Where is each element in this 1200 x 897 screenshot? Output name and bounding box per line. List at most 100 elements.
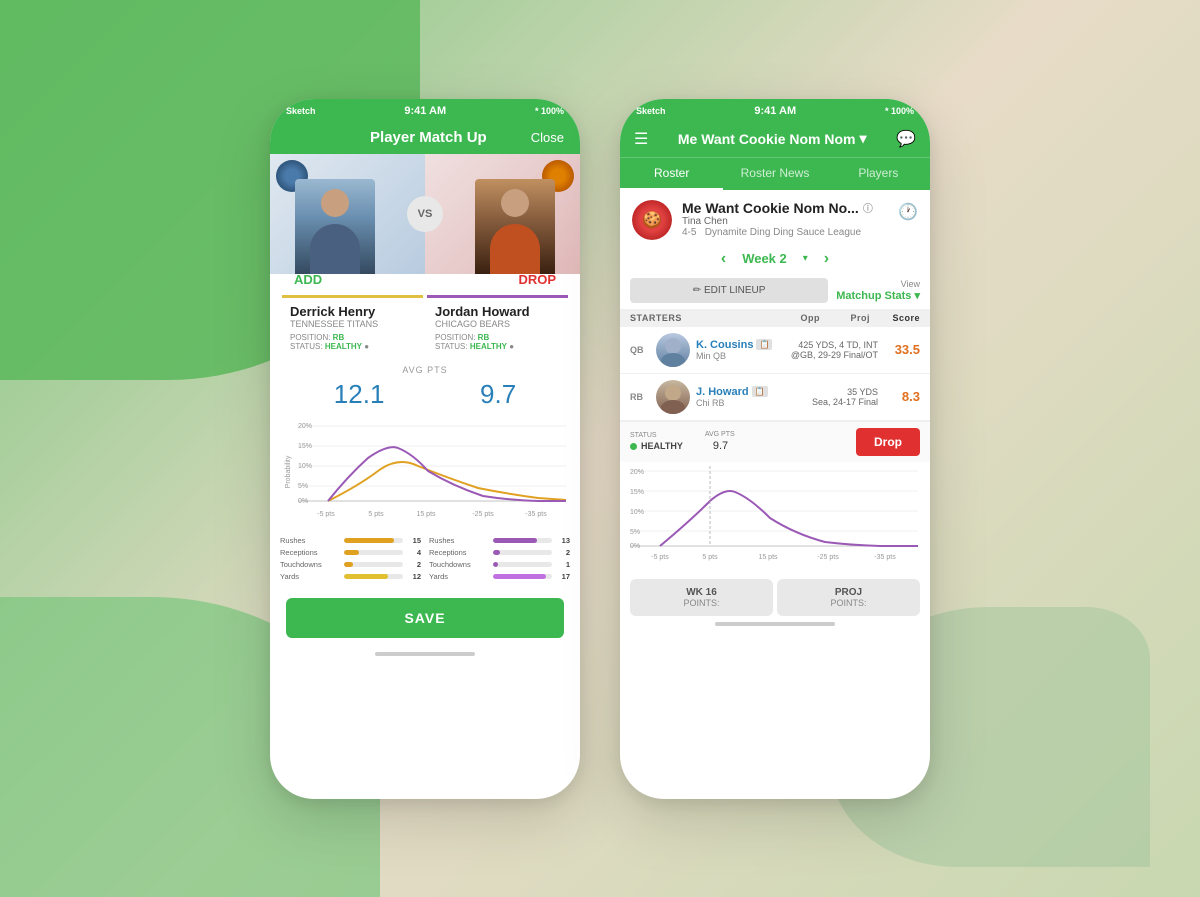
team-avatar: 🍪 [632, 200, 672, 240]
proj-box: PROJ POINTS: [777, 579, 920, 616]
tds-label-left: Touchdowns [280, 560, 340, 569]
wk16-title: WK 16 [636, 587, 767, 598]
svg-text:20%: 20% [298, 423, 312, 430]
svg-text:-25 pts: -25 pts [817, 554, 839, 561]
avg-pts-label: AVG PTS [270, 365, 580, 375]
player-body-left [310, 224, 360, 274]
team-name-main: Me Want Cookie Nom No... ⓘ [682, 200, 888, 216]
actions-bar: ✏ EDIT LINEUP View Matchup Stats ▾ [620, 274, 930, 309]
chat-icon[interactable]: 💬 [896, 129, 916, 149]
vs-label: VS [407, 196, 443, 232]
stat-receptions-left: Receptions 4 [280, 548, 421, 557]
chart-svg-element-left: 20% 15% 10% 5% 0% -5 pts 5 pts 15 pts -2… [298, 416, 566, 526]
add-label[interactable]: ADD [294, 272, 322, 287]
pos-label-qb: QB [630, 345, 650, 355]
howard-name[interactable]: J. Howard 📋 [696, 386, 784, 398]
avg-pts-label-right: AVG PTS [705, 431, 735, 438]
derrick-henry-img [295, 179, 375, 274]
dropdown-week-icon[interactable]: ▾ [803, 253, 808, 264]
cousins-team: Min QB [696, 351, 784, 361]
home-indicator-right [715, 622, 835, 626]
cousins-opp-game: @GB, 29-29 Final/OT [790, 350, 878, 360]
drop-button-right[interactable]: Drop [856, 428, 920, 456]
player-expand-row: STATUS HEALTHY AVG PTS 9.7 Drop [620, 422, 930, 462]
team-owner: Tina Chen [682, 216, 888, 227]
pos-label-rb: RB [630, 392, 650, 402]
svg-text:5%: 5% [298, 483, 308, 490]
svg-text:15 pts: 15 pts [758, 554, 778, 561]
team-name-display: Me Want Cookie Nom No... [682, 200, 859, 216]
starters-col-header: STARTERS [630, 313, 770, 323]
player-card-right: Jordan Howard CHICAGO BEARS POSITION: RB… [427, 295, 568, 357]
time-right: 9:41 AM [754, 105, 796, 117]
stats-col-right: Rushes 13 Receptions 2 Touchdowns 1 Yard… [429, 536, 570, 584]
howard-opp-info: 35 YDS Sea, 24-17 Final [790, 387, 878, 407]
health-status: HEALTHY [641, 441, 683, 451]
cousins-avatar [656, 333, 690, 367]
team-info-bar: 🍪 Me Want Cookie Nom No... ⓘ Tina Chen 4… [620, 190, 930, 246]
rushes-val-left: 15 [407, 536, 421, 545]
clock-icon[interactable]: 🕐 [898, 202, 918, 222]
view-matchup: View Matchup Stats ▾ [836, 279, 920, 302]
hamburger-icon[interactable]: ☰ [634, 129, 648, 149]
team-name-text: Me Want Cookie Nom Nom [678, 131, 856, 147]
chart-y-label-left: Probability [285, 455, 292, 488]
svg-text:10%: 10% [298, 463, 312, 470]
yards-label-right: Yards [429, 572, 489, 581]
player-status-left: STATUS: HEALTHY ● [290, 342, 415, 351]
prev-week-button[interactable]: ‹ [721, 250, 726, 268]
team-details: Me Want Cookie Nom No... ⓘ Tina Chen 4-5… [682, 200, 888, 238]
player-card-left: Derrick Henry TENNESSEE TITANS POSITION:… [282, 295, 423, 357]
player-pos-right: POSITION: RB [435, 333, 560, 342]
save-button[interactable]: SAVE [286, 598, 564, 638]
status-label: STATUS [630, 432, 657, 439]
svg-text:-35 pts: -35 pts [874, 554, 896, 561]
chart-svg-left: 20% 15% 10% 5% 0% -5 pts 5 pts 15 pts -2… [298, 416, 572, 531]
health-dot [630, 443, 637, 450]
tab-roster[interactable]: Roster [620, 158, 723, 190]
cousins-score: 33.5 [884, 342, 920, 357]
matchup-stats-label[interactable]: Matchup Stats ▾ [836, 289, 920, 302]
player-right-silhouette [470, 164, 560, 274]
team-name-nav[interactable]: Me Want Cookie Nom Nom ▾ [678, 130, 867, 147]
stat-tds-left: Touchdowns 2 [280, 560, 421, 569]
receptions-val-left: 4 [407, 548, 421, 557]
receptions-val-right: 2 [556, 548, 570, 557]
tab-bar-right: Roster Roster News Players [620, 157, 930, 190]
starters-header: STARTERS Opp Proj Score [620, 309, 930, 327]
tds-label-right: Touchdowns [429, 560, 489, 569]
week-nav: ‹ Week 2 ▾ › [620, 246, 930, 274]
stats-col-left: Rushes 15 Receptions 4 Touchdowns 2 Yard… [280, 536, 421, 584]
status-bar-left: Sketch 9:41 AM * 100% [270, 99, 580, 121]
info-icon[interactable]: ⓘ [863, 200, 873, 215]
avg-pts-section: AVG PTS [270, 357, 580, 377]
edit-lineup-button[interactable]: ✏ EDIT LINEUP [630, 278, 828, 303]
howard-opp-stats: 35 YDS [790, 387, 878, 397]
drop-label[interactable]: DROP [518, 272, 556, 287]
player-detail-expand: STATUS HEALTHY AVG PTS 9.7 Drop [620, 421, 930, 462]
mini-chart-right: 20% 15% 10% 5% 0% -5 pts 5 pts 15 pts -2… [620, 462, 930, 573]
player-team-right: CHICAGO BEARS [435, 319, 560, 329]
signal-right: Sketch [636, 106, 666, 116]
stat-yards-left: Yards 12 [280, 572, 421, 581]
cousins-opp-stats: 425 YDS, 4 TD, INT [790, 340, 878, 350]
yards-val-right: 17 [556, 572, 570, 581]
left-chart-area: Probability 20% 15% 10% 5% 0% [270, 412, 580, 532]
wk16-sub: POINTS: [636, 598, 767, 608]
next-week-button[interactable]: › [824, 250, 829, 268]
battery-right: * 100% [885, 106, 914, 116]
tab-players[interactable]: Players [827, 158, 930, 190]
tab-roster-news[interactable]: Roster News [723, 158, 826, 190]
svg-text:5 pts: 5 pts [702, 554, 718, 561]
svg-text:0%: 0% [298, 498, 308, 505]
cookie-avatar: 🍪 [632, 200, 672, 240]
pts-left: 12.1 [334, 379, 385, 410]
rushes-val-right: 13 [556, 536, 570, 545]
dropdown-arrow-icon: ▾ [860, 130, 867, 147]
rushes-label-left: Rushes [280, 536, 340, 545]
close-button-left[interactable]: Close [531, 130, 564, 145]
cousins-name[interactable]: K. Cousins 📋 [696, 339, 784, 351]
home-indicator-left [375, 652, 475, 656]
player-name-right: Jordan Howard [435, 304, 560, 319]
proj-title: PROJ [783, 587, 914, 598]
